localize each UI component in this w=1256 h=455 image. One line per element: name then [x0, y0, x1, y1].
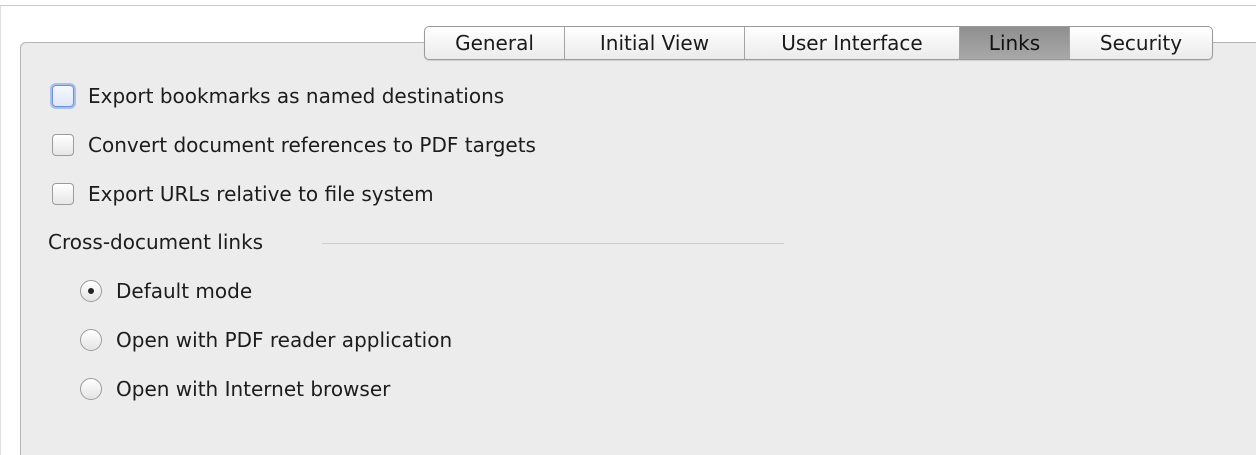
tab-security[interactable]: Security: [1070, 27, 1212, 59]
tab-links[interactable]: Links: [960, 27, 1070, 59]
open-internet-browser-label: Open with Internet browser: [116, 377, 391, 401]
open-pdf-reader-option[interactable]: Open with PDF reader application: [80, 325, 452, 355]
tab-initial-view[interactable]: Initial View: [565, 27, 745, 59]
export-bookmarks-checkbox[interactable]: [52, 85, 74, 107]
cross-document-links-divider: [322, 243, 784, 244]
tab-bar: General Initial View User Interface Link…: [424, 26, 1213, 60]
open-internet-browser-radio[interactable]: [80, 378, 102, 400]
left-edge: [0, 6, 1, 455]
convert-references-option[interactable]: Convert document references to PDF targe…: [52, 130, 536, 160]
default-mode-option[interactable]: Default mode: [80, 276, 252, 306]
convert-references-label: Convert document references to PDF targe…: [88, 133, 536, 157]
open-pdf-reader-radio[interactable]: [80, 329, 102, 351]
pdf-options-links-window: General Initial View User Interface Link…: [0, 0, 1256, 455]
tab-general[interactable]: General: [425, 27, 565, 59]
export-bookmarks-label: Export bookmarks as named destinations: [88, 84, 505, 108]
export-urls-relative-option[interactable]: Export URLs relative to file system: [52, 179, 434, 209]
export-urls-relative-label: Export URLs relative to file system: [88, 182, 434, 206]
open-pdf-reader-label: Open with PDF reader application: [116, 328, 453, 352]
default-mode-label: Default mode: [116, 279, 253, 303]
default-mode-radio[interactable]: [80, 280, 102, 302]
tab-user-interface[interactable]: User Interface: [745, 27, 960, 59]
export-bookmarks-option[interactable]: Export bookmarks as named destinations: [52, 81, 504, 111]
open-internet-browser-option[interactable]: Open with Internet browser: [80, 374, 390, 404]
export-urls-relative-checkbox[interactable]: [52, 183, 74, 205]
top-divider: [0, 5, 1256, 6]
convert-references-checkbox[interactable]: [52, 134, 74, 156]
cross-document-links-title: Cross-document links: [48, 230, 264, 254]
